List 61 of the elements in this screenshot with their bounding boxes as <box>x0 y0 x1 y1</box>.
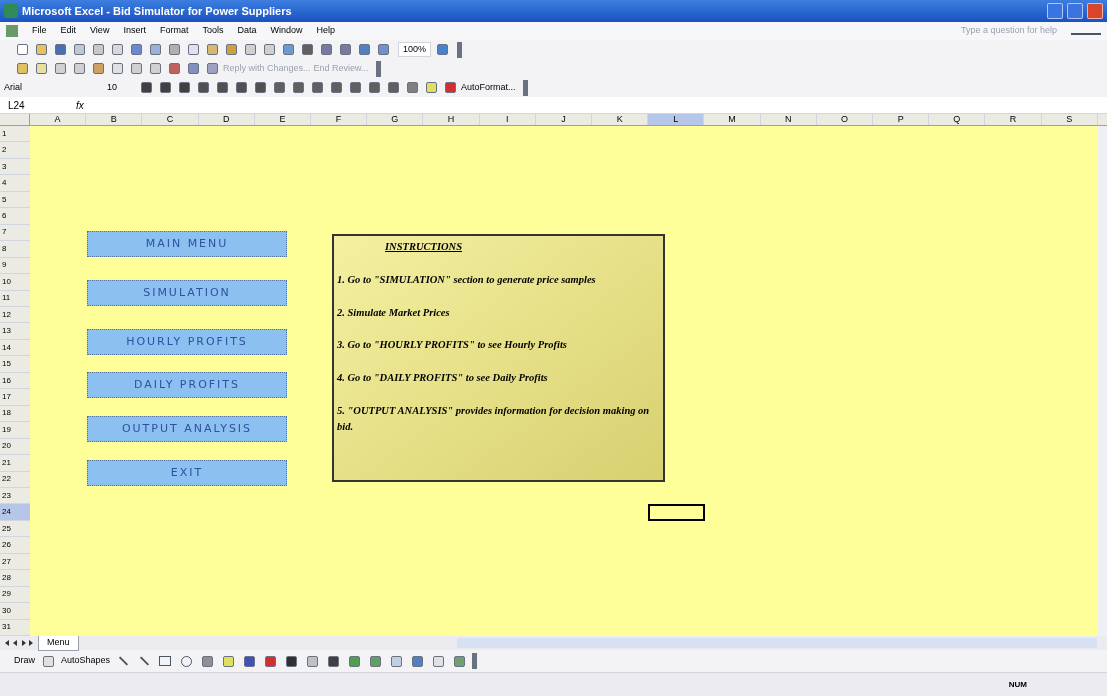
instruction-line: 4. Go to "DAILY PROFITS" to see Daily Profits <box>337 371 549 385</box>
window-title: Microsoft Excel - Bid Simulator for Power Suppliers <box>22 3 292 19</box>
toolbar-options-handle[interactable] <box>457 41 463 58</box>
column-header[interactable]: H <box>423 114 480 125</box>
column-header[interactable]: O <box>816 114 874 125</box>
menu-item[interactable]: File <box>32 24 47 38</box>
instruction-line: 1. Go to "SIMULATION" section to generate price samples <box>337 272 597 287</box>
name-box[interactable]: L24 <box>8 97 68 113</box>
column-header[interactable]: A <box>30 114 87 125</box>
macro-button[interactable]: MAIN MENU <box>87 231 287 257</box>
close-button[interactable] <box>1087 3 1103 19</box>
instruction-line: 3. Go to "HOURLY PROFITS" to see Hourly Profits <box>337 338 568 353</box>
sheet-nav-icon[interactable] <box>4 639 34 647</box>
menu-item[interactable]: Tools <box>202 24 224 38</box>
column-header[interactable]: D <box>198 114 255 125</box>
formula-label[interactable]: fx <box>76 97 96 113</box>
instruction-line: 2. Simulate Market Prices <box>337 305 451 320</box>
font-size-dropdown[interactable]: 10 <box>107 80 135 95</box>
column-header[interactable]: E <box>254 114 311 125</box>
menu-item[interactable]: Window <box>270 24 303 38</box>
column-header[interactable]: L <box>648 114 705 125</box>
column-header[interactable]: R <box>985 114 1042 125</box>
column-header[interactable]: P <box>873 114 930 125</box>
column-header[interactable]: F <box>311 114 368 125</box>
column-header[interactable]: B <box>86 114 143 125</box>
minimize-button[interactable] <box>1047 3 1063 19</box>
zoom-dropdown[interactable]: 100% <box>398 41 432 58</box>
instruction-line: 5. "OUTPUT ANALYSIS" provides information for decision making on bid. <box>337 403 651 434</box>
autoshapes-menu[interactable]: AutoShapes <box>61 654 111 668</box>
menu-item[interactable]: View <box>90 24 110 38</box>
menu-item[interactable]: Edit <box>60 24 77 38</box>
column-header[interactable]: Q <box>929 114 986 125</box>
toolbar-options-handle[interactable] <box>472 653 478 669</box>
column-header[interactable]: G <box>367 114 424 125</box>
toolbar-options-handle[interactable] <box>522 79 528 96</box>
active-cell[interactable] <box>648 504 705 521</box>
font-dropdown[interactable]: Arial <box>4 80 104 95</box>
macro-button[interactable]: EXIT <box>87 460 287 486</box>
column-header[interactable]: S <box>1041 114 1098 125</box>
maximize-button[interactable] <box>1067 3 1083 19</box>
column-header[interactable]: J <box>535 114 593 125</box>
row-header[interactable]: 24 <box>0 504 30 521</box>
toolbar-options-handle[interactable] <box>375 60 381 77</box>
column-header[interactable]: M <box>704 114 761 125</box>
macro-button[interactable]: SIMULATION <box>87 280 287 306</box>
autoformat-button[interactable]: AutoFormat... <box>461 80 516 95</box>
instructions-title: INSTRUCTIONS <box>385 240 464 254</box>
column-header[interactable]: N <box>760 114 817 125</box>
menu-item[interactable]: Help <box>316 24 335 38</box>
draw-menu[interactable]: Draw <box>14 654 35 668</box>
rectangle-icon[interactable] <box>157 653 174 669</box>
menu-item[interactable]: Insert <box>123 24 146 38</box>
status-indicator: NUM <box>1008 678 1027 691</box>
vertical-scrollbar[interactable] <box>1098 126 1107 636</box>
menu-item[interactable]: Format <box>159 24 189 38</box>
macro-button[interactable]: OUTPUT ANALYSIS <box>87 416 287 442</box>
macro-button[interactable]: HOURLY PROFITS <box>87 329 287 355</box>
column-header[interactable]: C <box>142 114 199 125</box>
menu-item[interactable]: Data <box>237 24 257 38</box>
macro-button[interactable]: DAILY PROFITS <box>87 372 287 398</box>
column-header[interactable]: I <box>479 114 536 125</box>
